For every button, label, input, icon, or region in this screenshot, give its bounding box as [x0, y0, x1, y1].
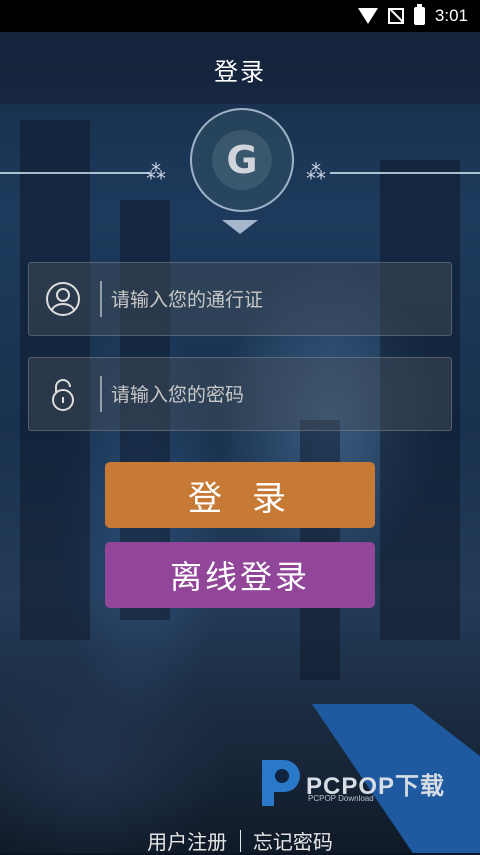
user-icon	[45, 281, 81, 317]
footer-divider	[239, 829, 241, 852]
status-time: 3:01	[434, 6, 468, 25]
offline-login-button[interactable]: 离线登录	[105, 542, 375, 608]
watermark-p-icon	[262, 760, 300, 806]
lock-icon	[45, 376, 81, 412]
register-link[interactable]: 用户注册	[147, 826, 227, 855]
field-divider	[100, 376, 102, 412]
username-input[interactable]	[109, 277, 443, 323]
status-bar: 3:01	[0, 0, 480, 32]
logo-pointer-icon	[222, 220, 258, 234]
decorative-line-left	[0, 172, 150, 174]
decorative-line-right	[330, 172, 480, 174]
forgot-password-link[interactable]: 忘记密码	[253, 826, 333, 855]
password-input[interactable]	[109, 372, 443, 418]
ornament-right-icon: ⁂	[306, 160, 326, 184]
watermark-logo: PCPOP下载 PCPOP Download	[258, 756, 444, 812]
login-button[interactable]: 登录	[105, 462, 375, 528]
footer-links: 用户注册 忘记密码	[0, 826, 480, 855]
ornament-left-icon: ⁂	[146, 160, 166, 184]
wifi-icon	[357, 8, 378, 24]
field-divider	[100, 281, 102, 317]
app-logo: G	[190, 108, 294, 212]
watermark-sub: PCPOP Download	[308, 794, 374, 803]
username-field[interactable]	[28, 262, 452, 336]
logo-letter: G	[226, 138, 258, 182]
password-field[interactable]	[28, 357, 452, 431]
battery-icon	[413, 4, 425, 25]
no-signal-icon	[387, 8, 404, 24]
page-title: 登录	[214, 58, 266, 86]
